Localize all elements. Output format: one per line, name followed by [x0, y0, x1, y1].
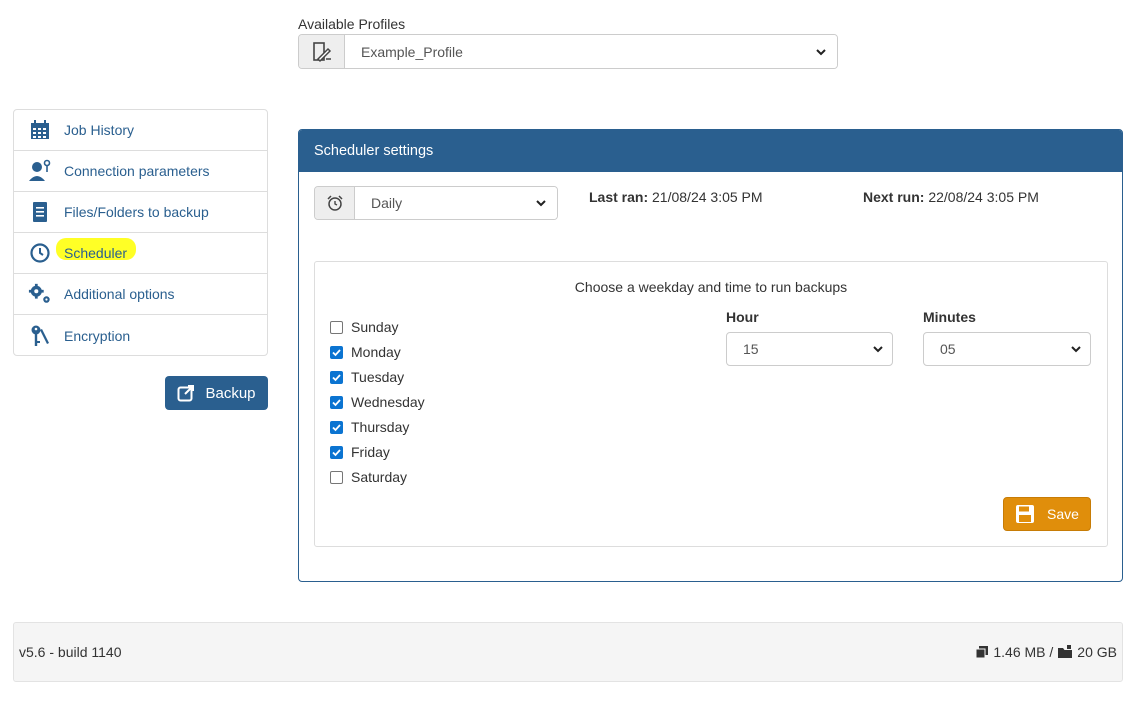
chevron-down-icon	[816, 48, 826, 55]
check-icon	[332, 448, 341, 456]
copy-icon	[975, 646, 989, 659]
weekday-time-box: Choose a weekday and time to run backups…	[314, 261, 1108, 547]
day-label: Wednesday	[351, 394, 425, 410]
day-checkbox-saturday[interactable]: Saturday	[330, 469, 407, 485]
day-checkbox-thursday[interactable]: Thursday	[330, 419, 409, 435]
sidebar-nav: Job History Connection parameters Files/…	[13, 109, 268, 356]
storage-info: 1.46 MB / 20 GB	[975, 644, 1117, 660]
day-checkbox-monday[interactable]: Monday	[330, 344, 401, 360]
backup-button[interactable]: Backup	[165, 376, 268, 410]
hour-value: 15	[743, 341, 759, 357]
checkbox[interactable]	[330, 370, 343, 384]
sidebar-item-encryption[interactable]: Encryption	[14, 315, 267, 356]
minutes-value: 05	[940, 341, 956, 357]
profile-select[interactable]: Example_Profile	[298, 34, 838, 69]
panel-title: Scheduler settings	[299, 130, 1122, 172]
minutes-label: Minutes	[923, 309, 976, 325]
check-icon	[332, 348, 341, 356]
day-checkbox-sunday[interactable]: Sunday	[330, 319, 398, 335]
checkbox[interactable]	[330, 320, 343, 334]
hour-label: Hour	[726, 309, 759, 325]
day-label: Saturday	[351, 469, 408, 485]
day-label: Thursday	[351, 419, 410, 435]
floppy-disk-icon	[1016, 505, 1035, 523]
sidebar-item-label: Files/Folders to backup	[64, 204, 209, 220]
checkbox[interactable]	[330, 420, 343, 434]
sidebar-item-label: Job History	[64, 122, 135, 138]
scheduler-panel: Scheduler settings Daily Last ran: 21/08…	[298, 129, 1123, 582]
day-checkbox-tuesday[interactable]: Tuesday	[330, 369, 404, 385]
footer: v5.6 - build 1140 1.46 MB / 20 GB	[13, 622, 1123, 682]
sidebar-item-additional[interactable]: Additional options	[14, 274, 267, 315]
day-label: Friday	[351, 444, 390, 460]
profiles-label: Available Profiles	[298, 16, 406, 32]
sidebar-item-job-history[interactable]: Job History	[14, 110, 267, 151]
external-link-icon	[177, 385, 195, 402]
chevron-down-icon	[873, 346, 883, 353]
sidebar-item-label: Scheduler	[64, 245, 128, 261]
day-label: Monday	[351, 344, 401, 360]
day-checkbox-wednesday[interactable]: Wednesday	[330, 394, 425, 410]
checkbox[interactable]	[330, 345, 343, 359]
size-used: 1.46 MB /	[993, 644, 1054, 660]
check-icon	[332, 423, 341, 431]
frequency-select[interactable]: Daily	[314, 186, 558, 220]
profile-select-value: Example_Profile	[361, 43, 463, 60]
checkbox[interactable]	[330, 470, 343, 484]
sidebar-item-label: Additional options	[64, 286, 175, 302]
gears-icon	[28, 282, 52, 306]
next-run: Next run: 22/08/24 3:05 PM	[863, 189, 1039, 205]
user-key-icon	[28, 159, 52, 183]
clock-icon	[28, 241, 52, 265]
frequency-value: Daily	[371, 195, 403, 211]
sidebar-item-connection[interactable]: Connection parameters	[14, 151, 267, 192]
sidebar-item-label: Encryption	[64, 327, 131, 344]
sidebar-item-files[interactable]: Files/Folders to backup	[14, 192, 267, 233]
next-run-label: Next run:	[863, 189, 925, 205]
day-label: Tuesday	[351, 369, 405, 385]
last-ran-label: Last ran:	[589, 189, 649, 205]
sidebar-item-label: Connection parameters	[64, 163, 210, 179]
chevron-down-icon	[536, 200, 546, 207]
day-label: Sunday	[351, 319, 399, 335]
keys-icon	[28, 324, 52, 348]
checkbox[interactable]	[330, 395, 343, 409]
instructions-text: Choose a weekday and time to run backups	[574, 279, 848, 295]
sidebar-item-scheduler[interactable]: Scheduler	[14, 233, 267, 274]
document-icon	[28, 200, 52, 224]
folder-icon	[1058, 645, 1073, 658]
calendar-icon	[28, 118, 52, 142]
next-run-value: 22/08/24 3:05 PM	[928, 189, 1039, 205]
profile-edit-icon[interactable]	[299, 35, 345, 68]
backup-label: Backup	[205, 384, 256, 402]
save-label: Save	[1047, 506, 1079, 522]
check-icon	[332, 373, 341, 381]
chevron-down-icon	[1071, 346, 1081, 353]
day-checkbox-friday[interactable]: Friday	[330, 444, 390, 460]
version-text: v5.6 - build 1140	[19, 644, 122, 660]
save-button[interactable]: Save	[1003, 497, 1091, 531]
last-ran: Last ran: 21/08/24 3:05 PM	[589, 189, 763, 205]
last-ran-value: 21/08/24 3:05 PM	[652, 189, 763, 205]
checkbox[interactable]	[330, 445, 343, 459]
size-total: 20 GB	[1077, 644, 1117, 660]
alarm-clock-icon	[315, 187, 355, 219]
hour-select[interactable]: 15	[726, 332, 893, 366]
minutes-select[interactable]: 05	[923, 332, 1091, 366]
check-icon	[332, 398, 341, 406]
